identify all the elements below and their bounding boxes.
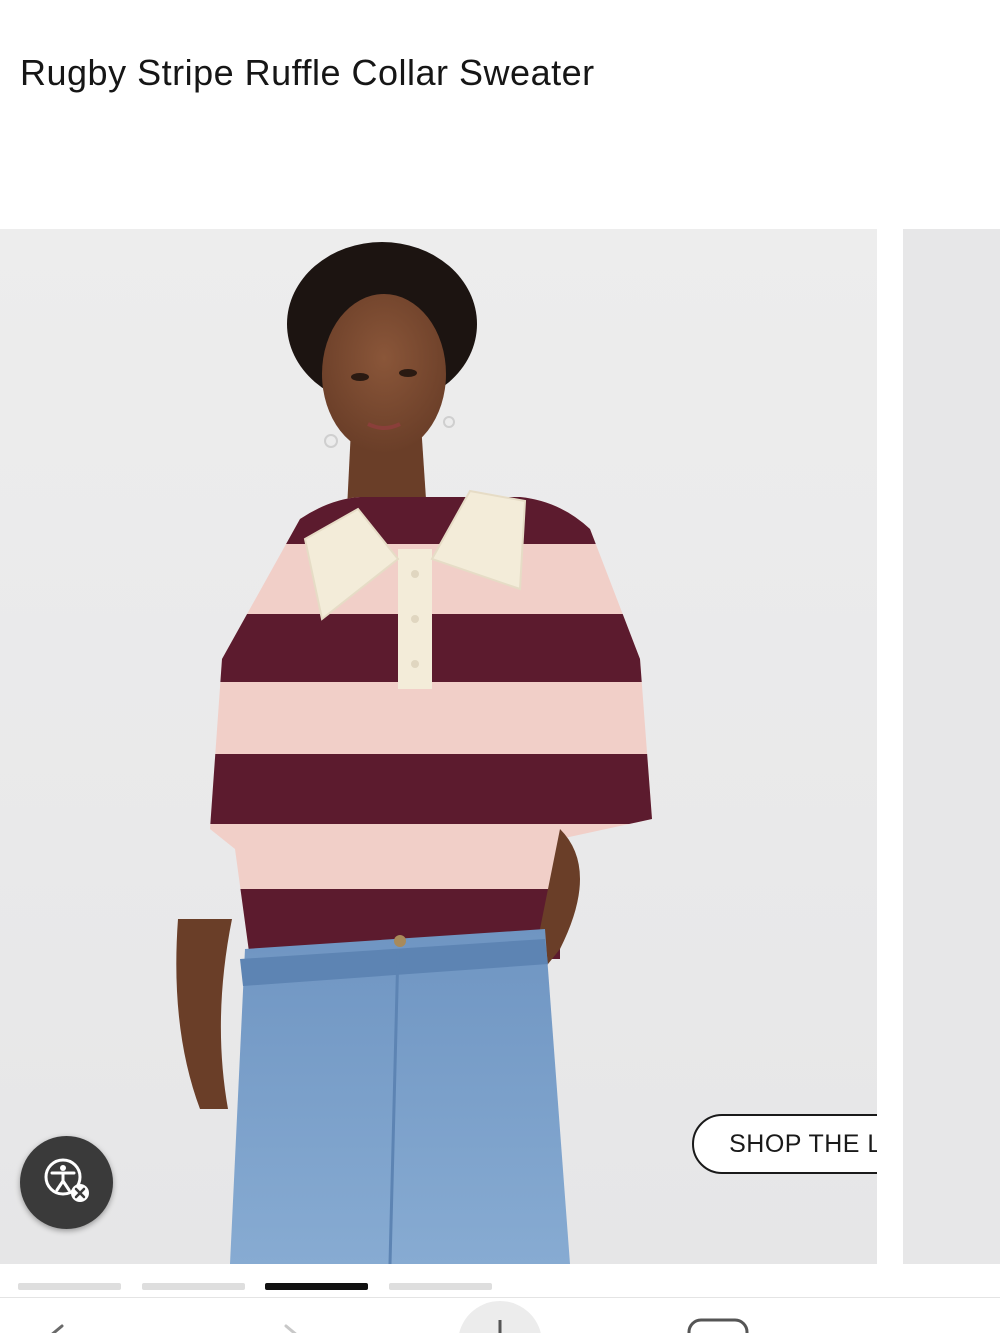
gallery-dot-2[interactable] [142,1283,245,1290]
back-icon[interactable] [38,1298,78,1333]
accessibility-button[interactable] [20,1136,113,1229]
browser-bottom-nav [0,1298,1000,1333]
next-product-image-slide[interactable] [903,229,1000,1264]
product-title: Rugby Stripe Ruffle Collar Sweater [20,52,595,93]
gallery-dot-3[interactable] [265,1283,368,1290]
gallery-dot-1[interactable] [18,1283,121,1290]
product-image-gallery[interactable]: SHOP THE LOOK [0,229,1000,1264]
product-image [176,242,652,1264]
forward-icon[interactable] [272,1298,312,1333]
tabs-icon[interactable] [685,1298,755,1333]
gallery-pagination [0,1283,1000,1293]
accessibility-icon [37,1150,97,1215]
gallery-dot-4[interactable] [389,1283,492,1290]
product-image-slide[interactable]: SHOP THE LOOK [0,229,877,1264]
new-tab-icon[interactable] [455,1298,545,1333]
shop-the-look-button[interactable]: SHOP THE LOOK [692,1114,877,1174]
